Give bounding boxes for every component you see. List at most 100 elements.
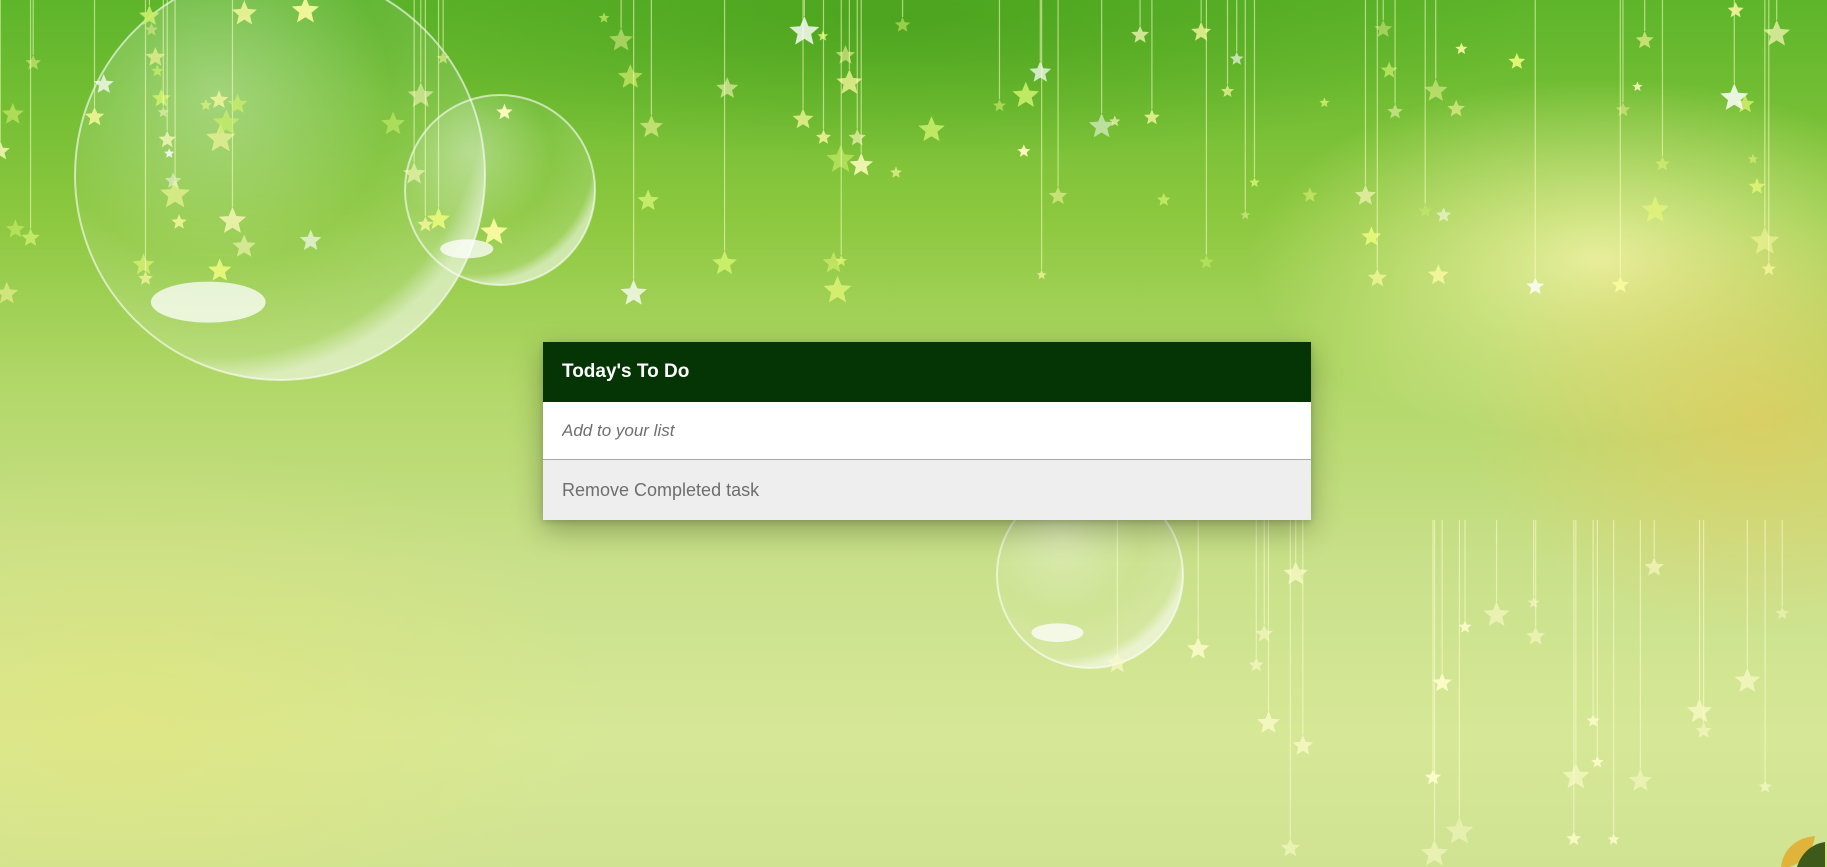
star [1424, 78, 1448, 101]
star [816, 129, 831, 144]
star [1387, 103, 1403, 119]
star [792, 108, 814, 129]
star [25, 54, 41, 70]
star [1615, 102, 1631, 117]
bubble [404, 94, 596, 286]
star [1775, 606, 1789, 620]
star [823, 275, 852, 303]
star [1436, 207, 1452, 222]
star [1635, 31, 1654, 49]
star [1036, 269, 1047, 280]
star [1526, 277, 1545, 295]
star [848, 128, 866, 146]
star [1641, 195, 1669, 223]
star [1186, 637, 1210, 659]
star [836, 69, 863, 94]
star [817, 30, 829, 41]
star [1455, 42, 1468, 54]
star [637, 189, 659, 210]
star [1566, 831, 1582, 845]
leaf-logo-icon [1781, 836, 1825, 867]
star [1144, 109, 1160, 125]
star [1562, 762, 1590, 789]
star [1424, 769, 1441, 785]
star [1361, 226, 1382, 246]
star [1191, 21, 1212, 41]
star [918, 116, 945, 142]
star [1695, 722, 1712, 738]
bubble-highlight [150, 281, 266, 323]
todo-title: Today's To Do [543, 342, 1311, 402]
star [6, 219, 25, 238]
star [1199, 254, 1214, 269]
star [1319, 97, 1330, 108]
remove-completed-button[interactable]: Remove Completed task [543, 460, 1311, 520]
star [1727, 2, 1744, 18]
star [1221, 84, 1234, 97]
star [716, 77, 739, 98]
star [1687, 698, 1713, 723]
star [1655, 156, 1670, 171]
star [617, 64, 643, 88]
star [0, 281, 19, 304]
star [835, 45, 856, 64]
star [1447, 99, 1465, 117]
star [1283, 561, 1308, 585]
star [1761, 261, 1776, 276]
star [1418, 203, 1433, 217]
star [609, 27, 633, 51]
star [1763, 20, 1791, 46]
star [1445, 816, 1474, 844]
star [993, 99, 1006, 112]
star [1458, 620, 1472, 633]
star [1432, 672, 1452, 692]
star [712, 250, 737, 275]
star [1292, 734, 1314, 755]
star [1644, 557, 1664, 576]
star [620, 279, 647, 305]
star [0, 141, 10, 160]
bubble-highlight [1031, 623, 1084, 642]
star [1483, 601, 1510, 626]
star [1527, 596, 1540, 608]
star [1427, 264, 1449, 285]
star [21, 228, 40, 246]
star [789, 16, 820, 45]
star [1628, 768, 1652, 791]
star [1632, 81, 1643, 91]
star [1367, 268, 1387, 287]
star [1012, 81, 1039, 107]
star [1758, 780, 1772, 793]
star [1048, 186, 1068, 204]
star [1747, 153, 1759, 164]
star [1750, 226, 1780, 254]
star [826, 145, 855, 172]
star [1607, 833, 1620, 845]
star [1354, 184, 1376, 205]
star [1255, 624, 1274, 642]
star [1240, 209, 1251, 220]
star [1508, 52, 1526, 69]
star [1748, 178, 1766, 194]
star [598, 12, 610, 23]
star [1029, 61, 1052, 82]
star [1, 102, 24, 124]
todo-card: Today's To Do Remove Completed task [543, 342, 1311, 520]
star [1017, 144, 1031, 157]
star [1526, 626, 1546, 645]
star [1249, 177, 1260, 187]
star [1734, 667, 1761, 692]
star [1248, 657, 1264, 672]
star [1421, 839, 1449, 866]
star [1229, 51, 1244, 65]
add-task-input[interactable] [543, 402, 1311, 460]
star [890, 166, 902, 178]
star [1088, 113, 1115, 138]
star [1280, 838, 1300, 857]
star [1257, 711, 1280, 733]
star [894, 17, 911, 32]
star [1302, 187, 1318, 202]
star [1591, 755, 1604, 768]
star [1157, 192, 1171, 206]
bubble-highlight [440, 239, 494, 259]
